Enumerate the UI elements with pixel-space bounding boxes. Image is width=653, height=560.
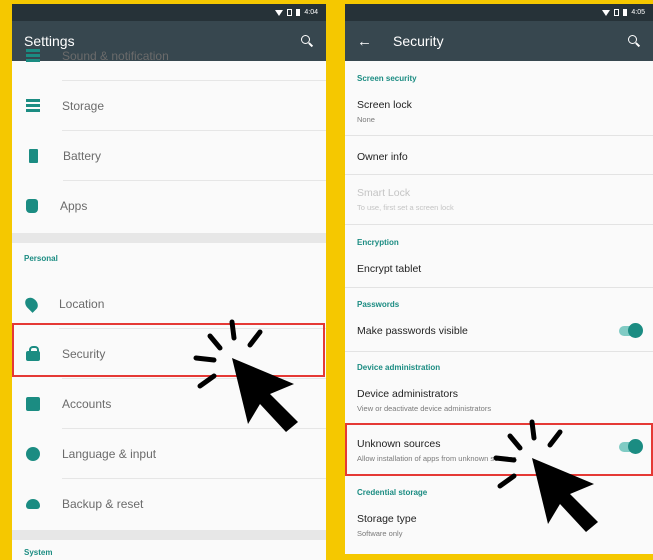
pointer-cursor-icon xyxy=(493,419,598,532)
storage-icon xyxy=(26,99,40,113)
settings-item-label: Backup & reset xyxy=(62,497,144,511)
location-icon xyxy=(22,295,41,313)
item-subtitle: None xyxy=(357,115,375,124)
section-divider xyxy=(12,233,326,243)
status-time: 4:05 xyxy=(631,9,645,16)
settings-item-language[interactable]: Language & input xyxy=(12,429,326,479)
settings-item-sound[interactable]: Sound & notification xyxy=(12,31,326,81)
divider xyxy=(345,135,653,136)
section-header-passwords: Passwords xyxy=(357,300,400,309)
section-divider xyxy=(12,530,326,540)
item-title: Encrypt tablet xyxy=(357,263,422,275)
smart-lock-item: Smart Lock To use, first set a screen lo… xyxy=(345,187,653,212)
item-title: Device administrators xyxy=(357,388,458,400)
settings-item-backup[interactable]: Backup & reset xyxy=(12,479,326,529)
sound-icon xyxy=(26,49,40,63)
divider xyxy=(345,174,653,175)
section-header-screen-security: Screen security xyxy=(357,74,417,83)
battery-status-icon xyxy=(296,9,301,16)
wifi-icon xyxy=(602,9,611,16)
make-passwords-visible-item[interactable]: Make passwords visible xyxy=(345,325,653,337)
divider xyxy=(345,224,653,225)
settings-item-apps[interactable]: Apps xyxy=(12,181,326,231)
battery-icon xyxy=(29,149,38,163)
item-title: Screen lock xyxy=(357,99,412,111)
status-bar: 4:05 xyxy=(345,4,653,21)
settings-list: Sound & notification Storage Battery App… xyxy=(12,49,326,560)
screen-lock-item[interactable]: Screen lock None xyxy=(345,99,653,124)
item-title: Owner info xyxy=(357,151,408,163)
apps-icon xyxy=(26,199,38,213)
search-icon[interactable] xyxy=(627,34,641,48)
account-icon xyxy=(26,397,40,411)
passwords-visible-toggle[interactable] xyxy=(619,323,643,338)
page-title: Security xyxy=(393,33,444,49)
signal-icon xyxy=(614,9,620,16)
section-header-personal: Personal xyxy=(24,254,58,263)
pointer-cursor-icon xyxy=(193,319,298,432)
settings-item-label: Sound & notification xyxy=(62,31,326,81)
divider xyxy=(345,287,653,288)
app-bar: ← Security xyxy=(345,21,653,61)
cloud-icon xyxy=(26,499,40,509)
item-title: Smart Lock xyxy=(357,187,411,199)
settings-screen: 4:04 Settings Sound & notification Stora… xyxy=(12,4,326,560)
globe-icon xyxy=(26,447,40,461)
status-bar: 4:04 xyxy=(12,4,326,21)
settings-item-label: Storage xyxy=(62,81,326,131)
settings-item-label: Language & input xyxy=(62,429,326,479)
device-administrators-item[interactable]: Device administrators View or deactivate… xyxy=(345,388,653,413)
status-time: 4:04 xyxy=(304,9,318,16)
owner-info-item[interactable]: Owner info xyxy=(345,151,653,163)
divider xyxy=(345,351,653,352)
settings-item-battery[interactable]: Battery xyxy=(12,131,326,181)
section-header-credential-storage: Credential storage xyxy=(357,488,428,497)
settings-item-label: Apps xyxy=(60,199,88,213)
section-header-device-admin: Device administration xyxy=(357,363,441,372)
settings-item-label: Battery xyxy=(63,131,326,181)
signal-icon xyxy=(287,9,293,16)
back-arrow-icon[interactable]: ← xyxy=(357,33,372,50)
settings-item-storage[interactable]: Storage xyxy=(12,81,326,131)
item-subtitle: View or deactivate device administrators xyxy=(357,404,492,413)
wifi-icon xyxy=(275,9,284,16)
section-header-system: System xyxy=(24,548,53,557)
item-subtitle: To use, first set a screen lock xyxy=(357,203,454,212)
encrypt-tablet-item[interactable]: Encrypt tablet xyxy=(345,263,653,275)
section-header-encryption: Encryption xyxy=(357,238,399,247)
battery-status-icon xyxy=(623,9,628,16)
item-title: Make passwords visible xyxy=(357,325,468,337)
